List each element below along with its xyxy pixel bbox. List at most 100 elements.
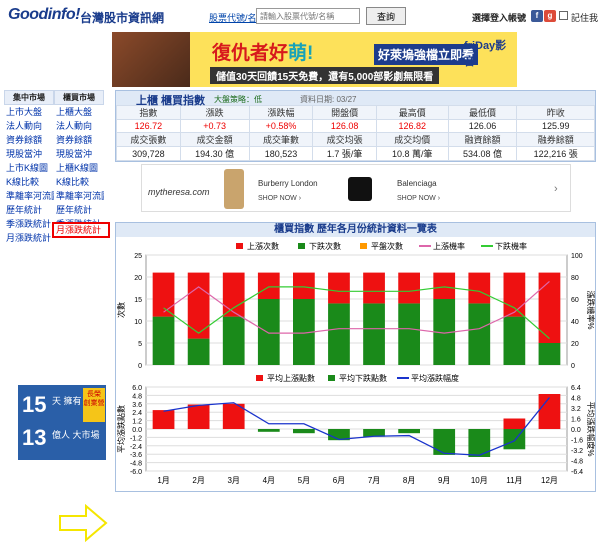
y-tick-left: 1.2 [132,419,142,426]
bar-down-count [222,316,245,365]
sidebar-item-otc[interactable]: 資券餘額 [54,133,104,147]
sidebar-item-monthly-stats-active[interactable]: 月漲跌統計 [52,222,110,238]
monthly-stats-chart: 上漲次數 下跌次數 平盤次數 上漲機率 下跌機率 0 5 10 15 20 25 0 20 40 60 80 1… [116,241,595,485]
y-tick-right: 40 [571,319,579,326]
sidebar-item-listed[interactable]: 上市K線圖 [4,161,54,175]
bar-up-count [292,272,315,299]
side-ad-text-1: 天 擁有 [52,396,82,406]
y-tick-left: 3.6 [132,402,142,409]
sidebar-row: 上市大盤 上櫃大盤 [4,105,104,119]
sidebar-item-listed[interactable]: 資券餘額 [4,133,54,147]
sidebar-row: K線比較 K線比較 [4,175,104,189]
bar-up-count [433,272,456,299]
bar-avg-up [187,404,210,429]
bar-avg-up [503,418,526,429]
sidebar-header: 集中市場 櫃買市場 [4,90,104,105]
facebook-icon[interactable]: f [531,10,543,22]
ad-shop-now-2[interactable]: SHOP NOW › [397,195,440,202]
y-tick-left: 25 [134,253,142,260]
sidebar-item-listed[interactable]: 法人動向 [4,119,54,133]
quote-title[interactable]: 上櫃 櫃買指數 [136,92,205,108]
x-tick-label: 3月 [227,476,239,485]
sidebar-item-otc[interactable]: 上櫃K線圖 [54,161,104,175]
search-button[interactable]: 查詢 [366,7,406,25]
quote-date: 資料日期: 03/27 [300,95,357,104]
y-tick-left: 2.4 [132,410,142,417]
y-axis-label-left: 平均漲跌點數 [116,405,126,453]
x-tick-label: 12月 [541,476,558,485]
legend-swatch [328,375,335,381]
y-tick-left: -2.4 [130,444,142,451]
x-tick-label: 7月 [368,476,380,485]
site-logo[interactable]: Goodinfo! [8,6,80,24]
ad-product-bag [348,177,372,201]
ad-photo [112,32,190,87]
sidebar-item-listed[interactable]: 準離率河流圖 [4,189,54,203]
x-tick-label: 4月 [263,476,275,485]
bar-down-count [538,343,561,365]
bar-up-count [257,272,280,299]
sidebar-item-otc[interactable]: 歷年統計 [54,203,104,217]
side-ad-badge: 長榮 創業營 [83,388,105,422]
y-tick-right: 100 [571,253,583,260]
google-icon[interactable]: g [544,10,556,22]
ad-headline: 復仇者好萌! [212,43,314,64]
sidebar-row: 資券餘額 資券餘額 [4,133,104,147]
remember-label: 記住我 [571,13,599,23]
arrow-icon [59,504,108,542]
quote-row: 成交張數 成交金額 成交筆數 成交均張 成交均價 融資餘額 融券餘額 [116,132,595,147]
quote-value-cell: 126.72 [116,119,181,133]
quote-value-cell: 180,523 [248,146,314,161]
line-up-prob [163,280,550,334]
ad-next-arrow-icon[interactable]: › [554,183,558,195]
sidebar-item-listed[interactable]: 上市大盤 [4,105,54,119]
y-tick-left: -4.8 [130,461,142,468]
search-input[interactable] [256,8,360,24]
sidebar-item-listed[interactable]: 季漲跌統計 [4,217,54,231]
sidebar-item-listed[interactable]: 現股當沖 [4,147,54,161]
sidebar-item-listed[interactable]: 歷年統計 [4,203,54,217]
sidebar-row: 上市K線圖 上櫃K線圖 [4,161,104,175]
ad-shop-now-1[interactable]: SHOP NOW › [258,195,301,202]
mid-ad-banner[interactable]: mytheresa.com Burberry London SHOP NOW ›… [141,164,571,212]
sidebar-item-otc[interactable]: 現股當沖 [54,147,104,161]
legend-label: 上漲次數 [247,241,279,251]
sidebar-row: 歷年統計 歷年統計 [4,203,104,217]
remember-checkbox[interactable] [559,11,568,20]
y-tick-right: -1.6 [571,438,583,445]
ad-product-coat [224,169,244,209]
bar-down-count [503,316,526,365]
quote-header-cell: 最高價 [376,105,449,120]
chart-title: 櫃買指數 歷年各月份統計資料一覽表 [116,223,595,237]
login-text: 選擇登入帳號 [472,13,527,23]
y-tick-left: -1.2 [130,435,142,442]
quote-header-cell: 漲跌幅 [248,105,314,120]
y-tick-right: 20 [571,341,579,348]
sidebar-item-listed[interactable]: K線比較 [4,175,54,189]
sidebar-item-otc[interactable]: K線比較 [54,175,104,189]
sidebar-item-otc[interactable]: 法人動向 [54,119,104,133]
quote-header-cell: 成交張數 [116,132,181,147]
bar-up-count [363,272,385,304]
x-tick-label: 6月 [333,476,345,485]
x-tick-label: 10月 [471,476,488,485]
quote-value-cell: 122,216 張 [516,146,595,161]
y-tick-left: 5 [138,341,142,348]
ad-subheadline: 好萊塢強檔立即看 [374,44,479,65]
y-tick-right: 0 [571,363,575,370]
bar-avg-up [538,394,561,429]
side-ad-number-2: 13 [22,425,47,450]
quote-row: 126.72 +0.73 +0.58% 126.08 126.82 126.06 125.9… [116,119,595,133]
sidebar-item-otc[interactable]: 上櫃大盤 [54,105,104,119]
bar-down-count [328,303,350,365]
quote-header-cell: 成交筆數 [248,132,314,147]
ad-tagline: 儲值30天回饋15天免費，還有5,000部影劇無限看 [210,67,440,84]
bar-up-count [468,272,491,304]
top-ad-banner[interactable]: 復仇者好萌! 好萊塢強檔立即看 friDay影音 儲值30天回饋15天免費，還有… [112,32,517,87]
y-tick-right: 60 [571,297,579,304]
quote-value-cell: 1.7 張/筆 [312,146,378,161]
ad-product-2-name: Balenciaga [397,179,437,188]
y-tick-right: -4.8 [571,459,583,466]
y-tick-right: 80 [571,275,579,282]
sidebar-item-otc[interactable]: 準離率河流圖 [54,189,104,203]
